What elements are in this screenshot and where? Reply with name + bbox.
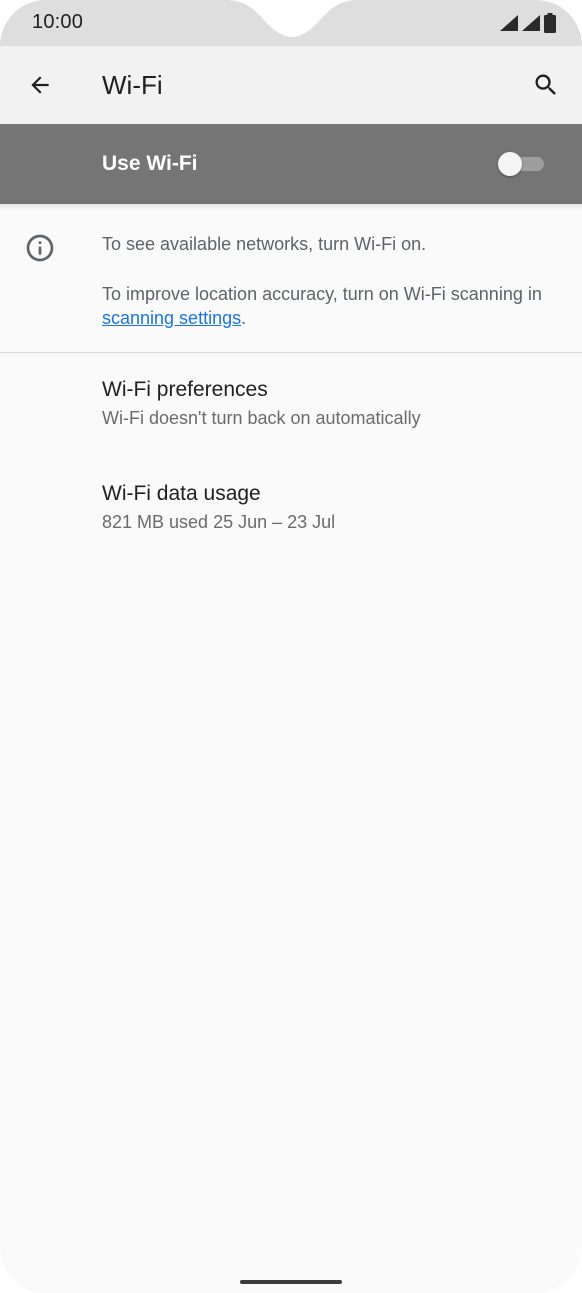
bar-shadow (0, 204, 582, 210)
arrow-back-icon (31, 76, 49, 94)
list-item-summary: Wi-Fi doesn't turn back on automatically (102, 408, 421, 428)
scanning-settings-link[interactable]: scanning settings (102, 308, 241, 328)
wifi-off-message: To see available networks, turn Wi-Fi on… (102, 234, 427, 254)
battery-icon (544, 13, 556, 33)
signal-icon (500, 15, 518, 31)
phone-screen: 10:00 Wi-Fi Use Wi-Fi To see available n… (0, 0, 582, 1293)
back-button[interactable] (20, 65, 60, 105)
list-item-wifi-data-usage[interactable]: Wi-Fi data usage 821 MB used 25 Jun – 23… (0, 482, 582, 586)
list-item-wifi-preferences[interactable]: Wi-Fi preferences Wi-Fi doesn't turn bac… (0, 378, 582, 482)
scanning-message-suffix: . (241, 308, 247, 328)
status-bar: 10:00 (0, 0, 582, 46)
use-wifi-label: Use Wi-Fi (102, 152, 198, 175)
scanning-message: To improve location accuracy, turn on Wi… (102, 282, 542, 330)
status-time: 10:00 (32, 11, 84, 33)
search-icon (535, 74, 556, 95)
app-bar: Wi-Fi (0, 46, 582, 124)
divider (0, 352, 582, 353)
home-indicator[interactable] (240, 1280, 342, 1284)
list-item-summary: 821 MB used 25 Jun – 23 Jul (102, 512, 336, 532)
page-title: Wi-Fi (102, 70, 163, 100)
signal-icon (522, 15, 540, 31)
wifi-toggle-switch[interactable] (498, 152, 544, 176)
notch-cutout (226, 0, 358, 37)
status-icons (500, 13, 556, 33)
list-item-title: Wi-Fi data usage (102, 482, 261, 505)
info-icon (26, 234, 54, 262)
search-button[interactable] (526, 65, 566, 105)
list-item-title: Wi-Fi preferences (102, 378, 268, 401)
toggle-thumb (498, 152, 522, 176)
scanning-message-text: To improve location accuracy, turn on Wi… (102, 284, 542, 304)
use-wifi-bar[interactable]: Use Wi-Fi (0, 124, 582, 204)
